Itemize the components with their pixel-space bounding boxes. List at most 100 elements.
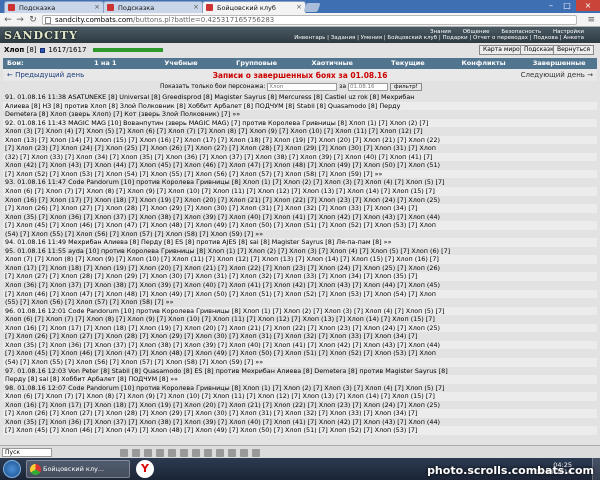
user-level: [8]: [26, 46, 37, 54]
battle-log-line[interactable]: [7] Хлоп (26) [7] Хлоп (27) [7] Хлоп (28…: [3, 204, 597, 213]
filter-button[interactable]: фильтр!: [389, 82, 422, 91]
minimize-button[interactable]: –: [543, 0, 559, 11]
battle-log-line[interactable]: Хлоп (42) [7] Хлоп (43) [7] Хлоп (44) [7…: [3, 161, 597, 170]
maximize-button[interactable]: □: [559, 0, 575, 11]
tab-training[interactable]: Учебные: [143, 58, 219, 69]
tool-icon[interactable]: [192, 448, 200, 457]
battle-log-line[interactable]: [7] Хлоп (26) [7] Хлоп (27) [7] Хлоп (28…: [3, 409, 597, 418]
forward-arrow-icon[interactable]: →: [15, 15, 25, 25]
battle-log-line[interactable]: Хлоп (16) [7] Хлоп (17) [7] Хлоп (18) [7…: [3, 196, 597, 205]
tool-icon[interactable]: [204, 448, 212, 457]
battle-log-line[interactable]: 98. 01.08.16 12:07 Code Pandorum [10] пр…: [3, 384, 597, 393]
date-input[interactable]: 01.08.16: [347, 82, 388, 91]
top-menu-row2[interactable]: Инвентарь | Задания | Умения | Бойцовски…: [294, 35, 584, 41]
tab-chaotic[interactable]: Хаотичные: [294, 58, 370, 69]
battle-log-line[interactable]: Перду [8] sai [8] Хоббит Арбалет [8] ПОД…: [3, 375, 597, 384]
battle-log-line[interactable]: [7] Хлоп (46) [7] Хлоп (47) [7] Хлоп (48…: [3, 289, 597, 299]
start-button[interactable]: [3, 460, 21, 478]
tool-icon[interactable]: [228, 448, 236, 457]
close-icon[interactable]: ×: [193, 3, 199, 11]
tool-icon[interactable]: [168, 448, 176, 457]
tab-hint-1[interactable]: Подсказка ×: [4, 1, 104, 13]
battle-log-line[interactable]: (55) [7] Хлоп (56) [7] Хлоп (57) [7] Хло…: [3, 298, 597, 307]
battle-log-line[interactable]: 91. 01.08.16 11:38 ASATUNEKE [8] Univers…: [3, 93, 597, 102]
battle-log-line[interactable]: (32) [7] Хлоп (33) [7] Хлоп (34) [7] Хло…: [3, 152, 597, 162]
tab-conflicts[interactable]: Конфликты: [446, 58, 522, 69]
page-icon: [45, 17, 51, 24]
battle-log-line[interactable]: Хлоп (35) [7] Хлоп (36) [7] Хлоп (37) [7…: [3, 213, 597, 222]
close-icon[interactable]: ×: [94, 3, 100, 11]
battle-log-line[interactable]: (54) [7] Хлоп (55) [7] Хлоп (56) [7] Хло…: [3, 357, 597, 367]
page-content: Хлоп [8] 1617/1617 Карта миров Подсказка…: [0, 43, 600, 445]
battle-log-line[interactable]: Хлоп (13) [7] Хлоп (14) [7] Хлоп (15) [7…: [3, 135, 597, 145]
battle-log-line[interactable]: Хлоп (16) [7] Хлоп (17) [7] Хлоп (18) [7…: [3, 401, 597, 410]
site-favicon-icon: [107, 4, 114, 11]
battle-log-line[interactable]: Demetera [8] Хлоп (зверь Хлоп) [7] Кот (…: [3, 110, 597, 119]
battle-log-line[interactable]: Хлоп (6) [7] Хлоп (7) [7] Хлоп (8) [7] Х…: [3, 392, 597, 401]
tool-icon[interactable]: [132, 448, 140, 457]
battle-log-line[interactable]: [7] Хлоп (45) [7] Хлоп (46) [7] Хлоп (47…: [3, 426, 597, 435]
battle-log-line[interactable]: [7] Хлоп (26) [7] Хлоп (27) [7] Хлоп (28…: [3, 332, 597, 341]
battle-log-line[interactable]: [7] Хлоп (23) [7] Хлоп (24) [7] Хлоп (25…: [3, 144, 597, 153]
find-input[interactable]: Пуск: [2, 448, 52, 457]
next-day-link[interactable]: Следующий день →: [521, 71, 593, 79]
battle-log-line[interactable]: Хлоп (3) [7] Хлоп (4) [7] Хлоп (5) [7] Х…: [3, 127, 597, 136]
battle-log-line[interactable]: (54) [7] Хлоп (55) [7] Хлоп (56) [7] Хло…: [3, 230, 597, 239]
tab-finished[interactable]: Завершенные: [521, 58, 597, 69]
battle-log-line[interactable]: 92. 01.08.16 11:43 MAGIC MAG [10] Вованп…: [3, 118, 597, 128]
user-info: Хлоп [8] 1617/1617: [4, 46, 163, 54]
menu-icon[interactable]: ≡: [587, 15, 595, 25]
battle-log-line[interactable]: Хлоп (7) [7] Хлоп (8) [7] Хлоп (9) [7] Х…: [3, 255, 597, 264]
info-icon[interactable]: [39, 47, 45, 53]
tab-current[interactable]: Текущие: [370, 58, 446, 69]
tool-icon[interactable]: [144, 448, 152, 457]
user-name[interactable]: Хлоп: [4, 46, 24, 54]
battle-log-line[interactable]: [7] Хлоп (52) [7] Хлоп (53) [7] Хлоп (54…: [3, 169, 597, 179]
watermark: photo.scrolls.combats.com: [427, 464, 594, 477]
user-hp: 1617/1617: [48, 46, 87, 54]
battle-log-line[interactable]: [7] Хлоп (45) [7] Хлоп (46) [7] Хлоп (47…: [3, 221, 597, 230]
close-window-button[interactable]: ×: [576, 0, 600, 11]
tab-fight-club[interactable]: Бойцовский клуб ×: [202, 1, 306, 13]
tool-icon[interactable]: [216, 448, 224, 457]
yandex-icon[interactable]: Y: [136, 460, 154, 478]
reload-icon[interactable]: ↻: [28, 15, 38, 25]
battle-log-line[interactable]: Хлоп (16) [7] Хлоп (17) [7] Хлоп (18) [7…: [3, 323, 597, 333]
battle-log-line[interactable]: 95. 01.08.16 11:55 ayda [10] против Коро…: [3, 247, 597, 256]
tool-icon[interactable]: [180, 448, 188, 457]
battle-log-line[interactable]: [7] Хлоп (27) [7] Хлоп (28) [7] Хлоп (29…: [3, 272, 597, 282]
chrome-icon: [30, 464, 41, 475]
new-tab-button[interactable]: [303, 3, 321, 12]
tab-group[interactable]: Групповые: [219, 58, 295, 69]
tool-icon[interactable]: [252, 448, 260, 457]
back-arrow-icon[interactable]: ←: [3, 15, 13, 25]
tab-label: Подсказка: [118, 4, 155, 12]
taskbar-chrome-item[interactable]: Бойцовский клу...: [26, 460, 130, 478]
close-icon[interactable]: ×: [296, 3, 302, 11]
battle-log-line[interactable]: Хлоп (35) [7] Хлоп (36) [7] Хлоп (37) [7…: [3, 340, 597, 350]
modes-label: Бои:: [7, 59, 24, 67]
tab-1v1[interactable]: 1 на 1: [68, 58, 144, 69]
battle-log-line[interactable]: [7] Хлоп (45) [7] Хлоп (46) [7] Хлоп (47…: [3, 349, 597, 358]
return-button[interactable]: Вернуться: [553, 45, 595, 55]
tool-icon[interactable]: [240, 448, 248, 457]
battle-log-line[interactable]: 96. 01.08.16 12:01 Code Pandorum [10] пр…: [3, 306, 597, 316]
battle-log-line[interactable]: Хлоп (17) [7] Хлоп (18) [7] Хлоп (19) [7…: [3, 264, 597, 273]
battle-log-line[interactable]: Хлоп (6) [7] Хлоп (7) [7] Хлоп (8) [7] Х…: [3, 187, 597, 196]
url-input[interactable]: sandcity.combats.com/buttons.pl?battle=0…: [42, 15, 577, 25]
day-navigation: ← Предыдущий день Записи о завершенных б…: [3, 69, 597, 81]
battle-log-line[interactable]: Хлоп (36) [7] Хлоп (37) [7] Хлоп (38) [7…: [3, 281, 597, 290]
tool-icon[interactable]: [120, 448, 128, 457]
tab-hint-2[interactable]: Подсказка ×: [103, 1, 203, 13]
battle-log-line[interactable]: Хлоп (35) [7] Хлоп (36) [7] Хлоп (37) [7…: [3, 418, 597, 427]
game-header: SANDCITY Знания Общение Безопасность Нас…: [0, 27, 600, 43]
character-name-input[interactable]: Хлоп: [267, 82, 338, 91]
taskbar-item-label: Бойцовский клу...: [43, 465, 105, 473]
tool-icon[interactable]: [156, 448, 164, 457]
battle-log-line[interactable]: Алиева [8] НЗ [8] против Хлоп [8] Злой П…: [3, 101, 597, 111]
battle-log-line[interactable]: 93. 01.08.16 11:47 Code Pandorum [10] пр…: [3, 178, 597, 187]
battle-log-line[interactable]: 97. 01.08.16 12:03 Von Peter [8] Stabil …: [3, 367, 597, 376]
battle-log-line[interactable]: 94. 01.08.16 11:49 Мехрибан Алиева [8] П…: [3, 238, 597, 247]
battle-log-line[interactable]: Хлоп (6) [7] Хлоп (7) [7] Хлоп (8) [7] Х…: [3, 315, 597, 324]
page-title: Записи о завершенных боях за 01.08.16: [212, 71, 388, 80]
